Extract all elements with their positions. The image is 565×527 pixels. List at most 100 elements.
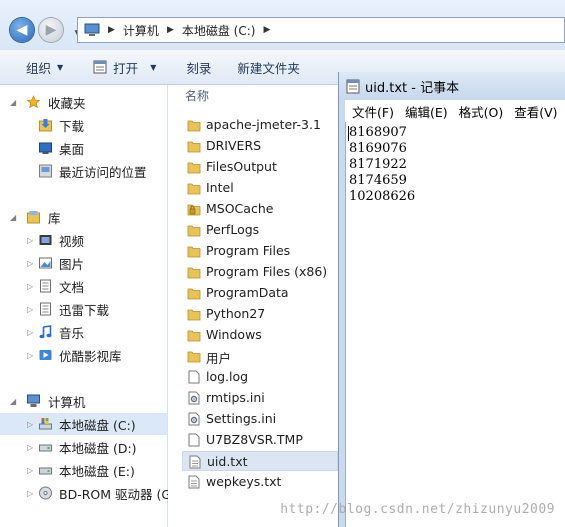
menu-format[interactable]: 格式(O) — [459, 102, 504, 121]
expand-arrow-icon[interactable]: ◢ — [10, 397, 16, 406]
organize-button[interactable]: 组织 ▼ — [26, 58, 63, 77]
file-name: DRIVERS — [206, 138, 262, 153]
file-row[interactable]: U7BZ8VSR.TMP — [182, 430, 338, 450]
back-button[interactable]: ◀ — [10, 18, 34, 42]
nav-label: 本地磁盘 (D:) — [59, 440, 137, 456]
optical-disc-icon — [39, 486, 52, 500]
nav-item-recent-places[interactable]: 最近访问的位置 — [0, 160, 167, 182]
file-row[interactable]: rmtips.ini — [182, 388, 338, 408]
file-name: Python27 — [206, 306, 266, 321]
nav-item-youku-library[interactable]: ▷ 优酷影视库 — [0, 344, 167, 366]
nav-item-documents[interactable]: ▷ 文档 — [0, 275, 167, 297]
file-row[interactable]: PerfLogs — [182, 220, 338, 240]
text-file-icon — [187, 475, 201, 489]
watermark: http://blog.csdn.net/zhizunyu2009 — [280, 502, 555, 517]
file-name: rmtips.ini — [206, 390, 265, 405]
file-row[interactable]: FilesOutput — [182, 157, 338, 177]
forward-button[interactable]: ▶ — [39, 18, 63, 42]
hard-drive-icon — [39, 444, 52, 452]
collapsed-arrow-icon[interactable]: ▷ — [27, 282, 33, 291]
notepad-window: uid.txt - 记事本 文件(F) 编辑(E) 格式(O) 查看(V) 81… — [338, 72, 565, 527]
collapsed-arrow-icon[interactable]: ▷ — [27, 328, 33, 337]
collapsed-arrow-icon[interactable]: ▷ — [27, 305, 33, 314]
expand-arrow-icon[interactable]: ◢ — [10, 98, 16, 107]
windows-drive-icon — [39, 418, 52, 430]
nav-item-music[interactable]: ▷ 音乐 — [0, 321, 167, 343]
file-row[interactable]: apache-jmeter-3.1 — [182, 115, 338, 135]
collapsed-arrow-icon[interactable]: ▷ — [27, 466, 33, 475]
address-toolbar: ◀ ▶ ▼ ▶ 计算机 ▶ 本地磁盘 (C:) ▶ — [0, 0, 565, 50]
file-name: U7BZ8VSR.TMP — [206, 432, 303, 447]
collapsed-arrow-icon[interactable]: ▷ — [27, 351, 33, 360]
nav-label: 视频 — [59, 233, 85, 249]
new-folder-button[interactable]: 新建文件夹 — [237, 58, 300, 77]
breadcrumb-drive-c[interactable]: 本地磁盘 (C:) — [182, 22, 256, 39]
collapsed-arrow-icon[interactable]: ▷ — [27, 420, 33, 429]
nav-item-desktop[interactable]: 桌面 — [0, 137, 167, 159]
expand-arrow-icon[interactable]: ◢ — [10, 213, 16, 222]
nav-libraries-label: 库 — [48, 210, 61, 226]
organize-label: 组织 — [26, 60, 52, 76]
open-button[interactable]: 打开 ▼ — [93, 58, 156, 77]
collapsed-arrow-icon[interactable]: ▷ — [27, 259, 33, 268]
nav-item-drive-d[interactable]: ▷ 本地磁盘 (D:) — [0, 436, 167, 458]
file-name: Intel — [206, 180, 234, 195]
notepad-text-area[interactable]: 8168907 8169076 8171922 8174659 10208626 — [345, 122, 565, 527]
nav-item-pictures[interactable]: ▷ 图片 — [0, 252, 167, 274]
breadcrumb-computer[interactable]: 计算机 — [123, 22, 159, 39]
nav-item-videos[interactable]: ▷ 视频 — [0, 229, 167, 251]
burn-button[interactable]: 刻录 — [186, 58, 211, 77]
open-label: 打开 — [113, 60, 139, 76]
settings-file-icon — [187, 412, 201, 426]
breadcrumb-separator[interactable]: ▶ — [108, 25, 115, 35]
folder-icon — [187, 160, 201, 174]
breadcrumb-separator[interactable]: ▶ — [167, 25, 174, 35]
file-row[interactable]: wepkeys.txt — [182, 472, 338, 492]
file-name: FilesOutput — [206, 159, 277, 174]
collapsed-arrow-icon[interactable]: ▷ — [27, 489, 33, 498]
nav-favorites[interactable]: ◢ 收藏夹 — [0, 91, 167, 113]
breadcrumb-separator[interactable]: ▶ — [263, 25, 270, 35]
collapsed-arrow-icon[interactable]: ▷ — [27, 443, 33, 452]
folder-icon — [187, 349, 201, 363]
nav-item-drive-c[interactable]: ▷ 本地磁盘 (C:) — [0, 413, 167, 435]
computer-icon — [27, 394, 40, 407]
file-row[interactable]: Intel — [182, 178, 338, 198]
settings-file-icon — [187, 391, 201, 405]
file-row[interactable]: 用户 — [182, 346, 338, 366]
collapsed-arrow-icon[interactable]: ▷ — [27, 236, 33, 245]
download-folder-icon — [39, 119, 52, 132]
nav-item-bd-rom[interactable]: ▷ BD-ROM 驱动器 (G — [0, 482, 171, 504]
nav-label: 音乐 — [59, 325, 85, 341]
nav-label: BD-ROM 驱动器 (G — [59, 486, 172, 502]
navigation-pane: ◢ 收藏夹 下载 桌面 最近访问的位置 ◢ 库 ▷ 视频 ▷ 图片 ▷ 文档 ▷… — [0, 85, 171, 527]
file-row[interactable]: ProgramData — [182, 283, 338, 303]
file-row[interactable]: Program Files — [182, 241, 338, 261]
file-row[interactable]: Python27 — [182, 304, 338, 324]
menu-file[interactable]: 文件(F) — [352, 102, 394, 121]
folder-icon — [187, 244, 201, 258]
file-name: Program Files — [206, 243, 291, 258]
music-note-icon — [39, 325, 52, 339]
nav-computer[interactable]: ◢ 计算机 — [0, 390, 167, 412]
file-row[interactable]: Windows — [182, 325, 338, 345]
file-row[interactable]: Program Files (x86) — [182, 262, 338, 282]
file-row[interactable]: log.log — [182, 367, 338, 387]
nav-item-thunder-downloads[interactable]: ▷ 迅雷下载 — [0, 298, 167, 320]
file-name: Settings.ini — [206, 411, 277, 426]
back-arrow-icon: ◀ — [16, 22, 28, 38]
file-row[interactable]: DRIVERS — [182, 136, 338, 156]
address-bar[interactable]: ▶ 计算机 ▶ 本地磁盘 (C:) ▶ — [77, 17, 565, 43]
name-column-header[interactable]: 名称 — [185, 87, 209, 104]
file-row[interactable]: MSOCache — [182, 199, 338, 219]
menu-view[interactable]: 查看(V) — [514, 102, 557, 121]
notepad-title-bar[interactable]: uid.txt - 记事本 — [339, 72, 565, 100]
nav-libraries[interactable]: ◢ 库 — [0, 206, 167, 228]
nav-item-downloads[interactable]: 下载 — [0, 114, 167, 136]
file-row[interactable]: uid.txt — [182, 451, 338, 471]
nav-item-drive-e[interactable]: ▷ 本地磁盘 (E:) — [0, 459, 167, 481]
menu-edit[interactable]: 编辑(E) — [405, 102, 448, 121]
folder-icon — [187, 265, 201, 279]
nav-label: 最近访问的位置 — [59, 164, 147, 180]
file-row[interactable]: Settings.ini — [182, 409, 338, 429]
